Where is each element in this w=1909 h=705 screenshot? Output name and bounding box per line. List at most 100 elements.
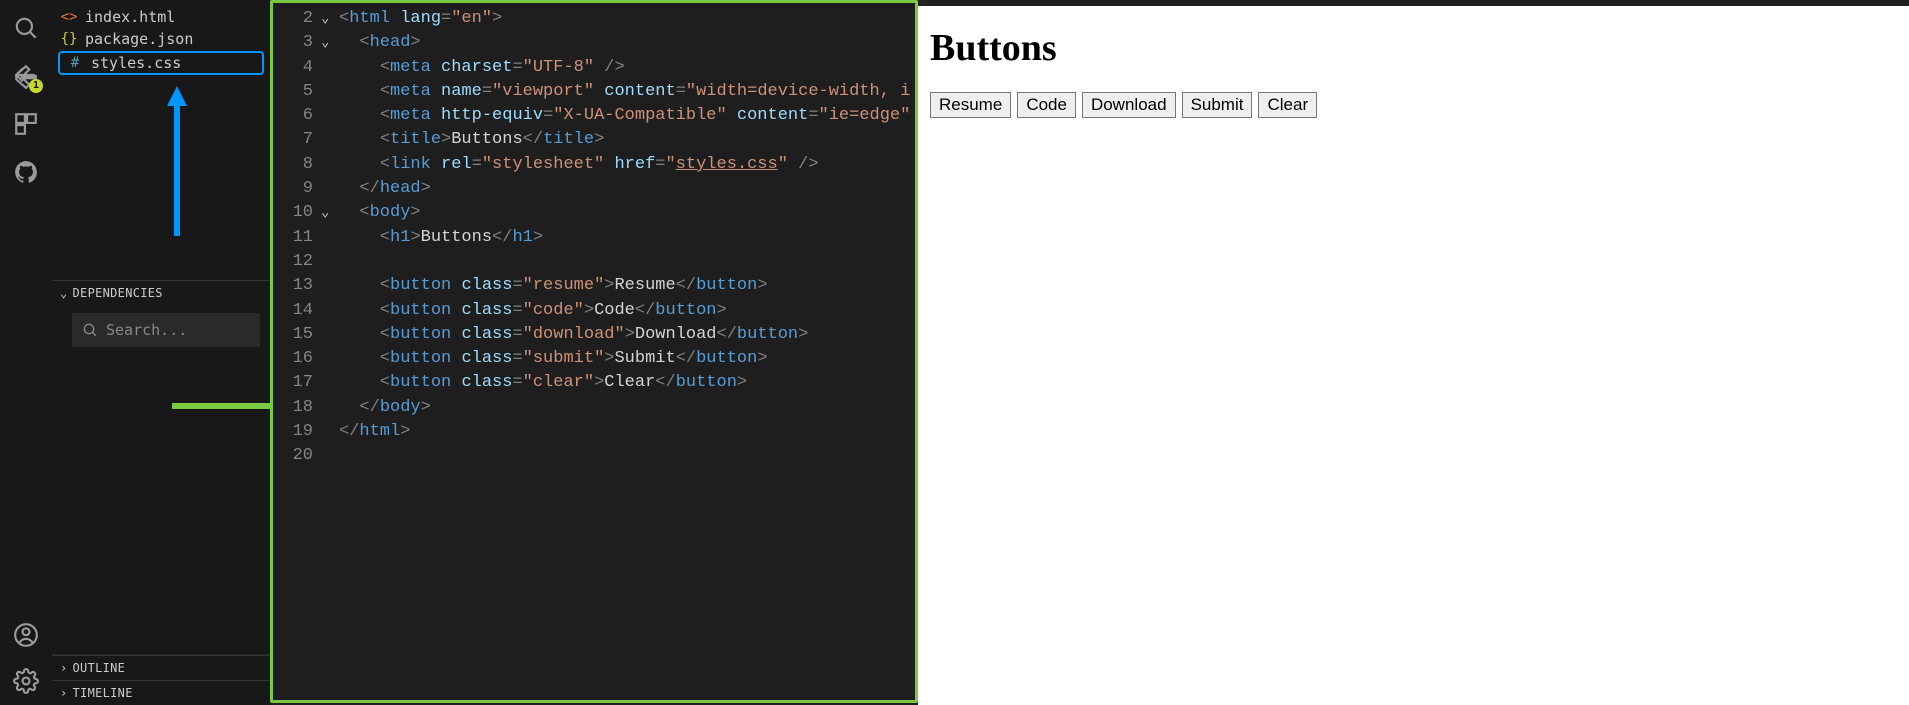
- code-text: <title>Buttons</title>: [339, 128, 604, 152]
- code-text: <button class="code">Code</button>: [339, 299, 727, 323]
- code-line[interactable]: 18 </body>: [273, 396, 915, 420]
- code-text: <h1>Buttons</h1>: [339, 226, 543, 250]
- html-file-icon: <>: [60, 9, 78, 25]
- file-index-html[interactable]: <> index.html: [52, 6, 270, 28]
- file-label: styles.css: [91, 54, 181, 72]
- fold-icon[interactable]: [321, 396, 339, 420]
- line-number: 18: [273, 396, 321, 420]
- settings-gear-icon[interactable]: [12, 667, 40, 695]
- fold-icon[interactable]: [321, 420, 339, 444]
- line-number: 10: [273, 201, 321, 225]
- code-text: <link rel="stylesheet" href="styles.css"…: [339, 153, 819, 177]
- preview-button-resume[interactable]: Resume: [930, 92, 1011, 118]
- source-control-icon[interactable]: 1: [12, 62, 40, 90]
- fold-icon[interactable]: [321, 177, 339, 201]
- file-package-json[interactable]: {} package.json: [52, 28, 270, 50]
- fold-icon[interactable]: [321, 104, 339, 128]
- fold-icon[interactable]: [321, 299, 339, 323]
- code-line[interactable]: 6 <meta http-equiv="X-UA-Compatible" con…: [273, 104, 915, 128]
- line-number: 6: [273, 104, 321, 128]
- fold-icon[interactable]: [321, 274, 339, 298]
- line-number: 8: [273, 153, 321, 177]
- line-number: 11: [273, 226, 321, 250]
- line-number: 7: [273, 128, 321, 152]
- fold-icon[interactable]: [321, 371, 339, 395]
- fold-icon[interactable]: [321, 250, 339, 274]
- code-line[interactable]: 17 <button class="clear">Clear</button>: [273, 371, 915, 395]
- dependencies-search-input[interactable]: Search...: [72, 313, 260, 347]
- code-line[interactable]: 5 <meta name="viewport" content="width=d…: [273, 80, 915, 104]
- fold-icon[interactable]: [321, 347, 339, 371]
- line-number: 4: [273, 56, 321, 80]
- code-line[interactable]: 12: [273, 250, 915, 274]
- fold-icon[interactable]: [321, 323, 339, 347]
- timeline-section[interactable]: › TIMELINE: [52, 680, 270, 705]
- code-text: <meta charset="UTF-8" />: [339, 56, 625, 80]
- code-line[interactable]: 4 <meta charset="UTF-8" />: [273, 56, 915, 80]
- code-text: <button class="download">Download</butto…: [339, 323, 808, 347]
- search-icon: [82, 322, 98, 338]
- code-line[interactable]: 15 <button class="download">Download</bu…: [273, 323, 915, 347]
- css-file-icon: #: [66, 55, 84, 71]
- line-number: 16: [273, 347, 321, 371]
- github-icon[interactable]: [12, 158, 40, 186]
- fold-icon[interactable]: [321, 80, 339, 104]
- code-line[interactable]: 2⌄<html lang="en">: [273, 7, 915, 31]
- code-text: </body>: [339, 396, 431, 420]
- code-text: <body>: [339, 201, 421, 225]
- section-label: DEPENDENCIES: [73, 286, 163, 300]
- explorer-sidebar: <> index.html {} package.json # styles.c…: [52, 0, 270, 705]
- dependencies-section[interactable]: ⌄ DEPENDENCIES: [52, 281, 270, 305]
- preview-button-submit[interactable]: Submit: [1182, 92, 1253, 118]
- preview-button-download[interactable]: Download: [1082, 92, 1176, 118]
- section-label: OUTLINE: [73, 661, 126, 675]
- code-text: </html>: [339, 420, 410, 444]
- code-text: <button class="clear">Clear</button>: [339, 371, 747, 395]
- page-heading: Buttons: [930, 26, 1897, 70]
- fold-icon[interactable]: ⌄: [321, 7, 339, 31]
- line-number: 3: [273, 31, 321, 55]
- fold-icon[interactable]: [321, 56, 339, 80]
- badge: 1: [29, 79, 43, 93]
- line-number: 13: [273, 274, 321, 298]
- code-text: <html lang="en">: [339, 7, 502, 31]
- code-line[interactable]: 14 <button class="code">Code</button>: [273, 299, 915, 323]
- code-line[interactable]: 19 </html>: [273, 420, 915, 444]
- code-line[interactable]: 20: [273, 444, 915, 468]
- line-number: 2: [273, 7, 321, 31]
- fold-icon[interactable]: [321, 226, 339, 250]
- outline-section[interactable]: › OUTLINE: [52, 655, 270, 680]
- activity-bar: 1: [0, 0, 52, 705]
- fold-icon[interactable]: [321, 153, 339, 177]
- chevron-right-icon: ›: [60, 686, 68, 700]
- file-styles-css[interactable]: # styles.css: [58, 51, 264, 75]
- search-placeholder: Search...: [106, 321, 187, 339]
- line-number: 14: [273, 299, 321, 323]
- fold-icon[interactable]: ⌄: [321, 201, 339, 225]
- code-line[interactable]: 11 <h1>Buttons</h1>: [273, 226, 915, 250]
- code-line[interactable]: 7 <title>Buttons</title>: [273, 128, 915, 152]
- chevron-right-icon: ›: [60, 661, 68, 675]
- code-text: <button class="resume">Resume</button>: [339, 274, 768, 298]
- code-line[interactable]: 3⌄ <head>: [273, 31, 915, 55]
- extensions-icon[interactable]: [12, 110, 40, 138]
- code-line[interactable]: 9 </head>: [273, 177, 915, 201]
- annotation-blue-arrow-icon: [164, 86, 190, 240]
- preview-button-clear[interactable]: Clear: [1258, 92, 1317, 118]
- line-number: 19: [273, 420, 321, 444]
- code-line[interactable]: 16 <button class="submit">Submit</button…: [273, 347, 915, 371]
- fold-icon[interactable]: [321, 444, 339, 468]
- code-editor[interactable]: 2⌄<html lang="en">3⌄ <head>4 <meta chars…: [270, 0, 918, 703]
- code-line[interactable]: 10⌄ <body>: [273, 201, 915, 225]
- fold-icon[interactable]: [321, 128, 339, 152]
- line-number: 12: [273, 250, 321, 274]
- annotation-green-arrow-icon: [172, 395, 270, 421]
- account-icon[interactable]: [12, 621, 40, 649]
- search-icon[interactable]: [12, 14, 40, 42]
- file-label: index.html: [85, 8, 175, 26]
- code-line[interactable]: 13 <button class="resume">Resume</button…: [273, 274, 915, 298]
- fold-icon[interactable]: ⌄: [321, 31, 339, 55]
- preview-button-code[interactable]: Code: [1017, 92, 1076, 118]
- code-line[interactable]: 8 <link rel="stylesheet" href="styles.cs…: [273, 153, 915, 177]
- line-number: 15: [273, 323, 321, 347]
